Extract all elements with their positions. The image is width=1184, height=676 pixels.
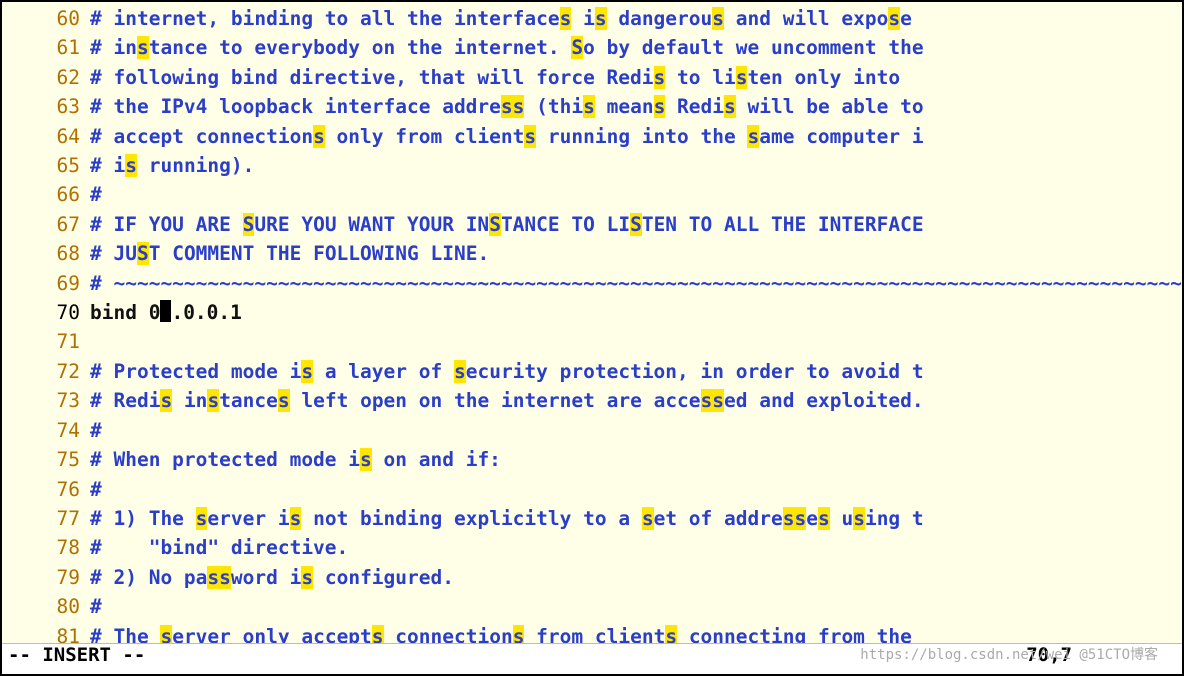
line-text[interactable] [90, 327, 1182, 356]
code-line[interactable]: 73# Redis instances left open on the int… [2, 386, 1182, 415]
line-number: 66 [2, 180, 90, 209]
code-line[interactable]: 70bind 0.0.0.1 [2, 298, 1182, 327]
line-number: 69 [2, 269, 90, 298]
line-number: 60 [2, 4, 90, 33]
line-number: 76 [2, 475, 90, 504]
line-text[interactable]: # "bind" directive. [90, 533, 1182, 562]
code-line[interactable]: 77# 1) The server is not binding explici… [2, 504, 1182, 533]
code-line[interactable]: 69# ~~~~~~~~~~~~~~~~~~~~~~~~~~~~~~~~~~~~… [2, 269, 1182, 298]
code-line[interactable]: 80# [2, 592, 1182, 621]
line-text[interactable]: # When protected mode is on and if: [90, 445, 1182, 474]
code-line[interactable]: 67# IF YOU ARE SURE YOU WANT YOUR INSTAN… [2, 210, 1182, 239]
line-number: 63 [2, 92, 90, 121]
line-text[interactable]: # the IPv4 loopback interface address (t… [90, 92, 1182, 121]
line-number: 80 [2, 592, 90, 621]
line-number: 64 [2, 122, 90, 151]
editor-viewport[interactable]: 60# internet, binding to all the interfa… [2, 2, 1182, 651]
line-number: 65 [2, 151, 90, 180]
code-line[interactable]: 79# 2) No password is configured. [2, 563, 1182, 592]
line-text[interactable]: # is running). [90, 151, 1182, 180]
line-text[interactable]: # internet, binding to all the interface… [90, 4, 1182, 33]
line-text[interactable]: bind 0.0.0.1 [90, 298, 1182, 327]
code-line[interactable]: 63# the IPv4 loopback interface address … [2, 92, 1182, 121]
line-text[interactable]: # Redis instances left open on the inter… [90, 386, 1182, 415]
line-text[interactable]: # instance to everybody on the internet.… [90, 33, 1182, 62]
line-number: 77 [2, 504, 90, 533]
status-bar: -- INSERT -- 70,7 https://blog.csdn.net/… [2, 643, 1182, 674]
code-line[interactable]: 78# "bind" directive. [2, 533, 1182, 562]
line-number: 67 [2, 210, 90, 239]
code-line[interactable]: 65# is running). [2, 151, 1182, 180]
line-text[interactable]: # IF YOU ARE SURE YOU WANT YOUR INSTANCE… [90, 210, 1182, 239]
line-text[interactable]: # [90, 180, 1182, 209]
line-text[interactable]: # [90, 592, 1182, 621]
watermark-text: https://blog.csdn.net/wei @51CTO博客 [860, 640, 1158, 670]
line-text[interactable]: # 1) The server is not binding explicitl… [90, 504, 1182, 533]
code-line[interactable]: 68# JUST COMMENT THE FOLLOWING LINE. [2, 239, 1182, 268]
line-text[interactable]: # [90, 416, 1182, 445]
line-text[interactable]: # JUST COMMENT THE FOLLOWING LINE. [90, 239, 1182, 268]
line-text[interactable]: # following bind directive, that will fo… [90, 63, 1182, 92]
line-number: 74 [2, 416, 90, 445]
code-line[interactable]: 76# [2, 475, 1182, 504]
line-number: 75 [2, 445, 90, 474]
line-text[interactable]: # accept connections only from clients r… [90, 122, 1182, 151]
code-line[interactable]: 72# Protected mode is a layer of securit… [2, 357, 1182, 386]
line-text[interactable]: # 2) No password is configured. [90, 563, 1182, 592]
code-line[interactable]: 61# instance to everybody on the interne… [2, 33, 1182, 62]
line-number: 79 [2, 563, 90, 592]
line-number: 68 [2, 239, 90, 268]
code-line[interactable]: 75# When protected mode is on and if: [2, 445, 1182, 474]
line-text[interactable]: # Protected mode is a layer of security … [90, 357, 1182, 386]
line-number: 62 [2, 63, 90, 92]
code-line[interactable]: 66# [2, 180, 1182, 209]
line-number: 70 [2, 298, 90, 327]
code-line[interactable]: 60# internet, binding to all the interfa… [2, 4, 1182, 33]
text-cursor [160, 300, 171, 322]
code-line[interactable]: 71 [2, 327, 1182, 356]
editor-mode: -- INSERT -- [8, 640, 145, 670]
line-text[interactable]: # [90, 475, 1182, 504]
line-number: 78 [2, 533, 90, 562]
code-line[interactable]: 74# [2, 416, 1182, 445]
code-line[interactable]: 62# following bind directive, that will … [2, 63, 1182, 92]
code-line[interactable]: 64# accept connections only from clients… [2, 122, 1182, 151]
line-text[interactable]: # ~~~~~~~~~~~~~~~~~~~~~~~~~~~~~~~~~~~~~~… [90, 269, 1182, 298]
line-number: 71 [2, 327, 90, 356]
line-number: 72 [2, 357, 90, 386]
line-number: 61 [2, 33, 90, 62]
line-number: 73 [2, 386, 90, 415]
